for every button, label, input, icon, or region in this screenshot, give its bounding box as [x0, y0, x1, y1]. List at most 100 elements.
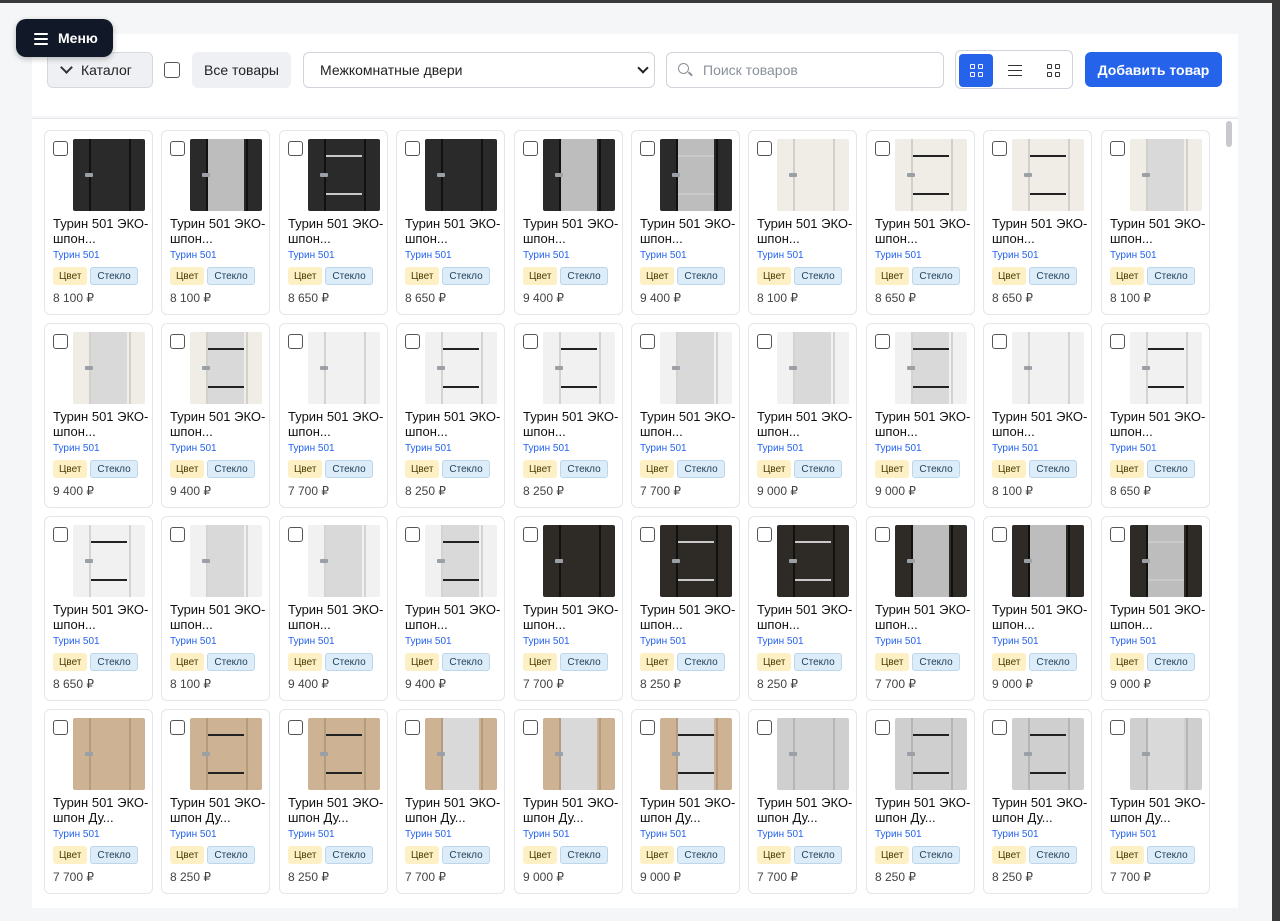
product-name[interactable]: Турин 501 ЭКО-шпон Ду...: [1110, 795, 1206, 825]
product-image[interactable]: [1130, 139, 1202, 211]
product-checkbox[interactable]: [875, 141, 890, 156]
product-image[interactable]: [1012, 332, 1084, 404]
product-checkbox[interactable]: [757, 334, 772, 349]
product-image[interactable]: [73, 525, 145, 597]
product-card[interactable]: Турин 501 ЭКО-шпон Ду... Турин 501 Цвет Сте…: [866, 709, 975, 894]
product-image[interactable]: [308, 525, 380, 597]
product-name[interactable]: Турин 501 ЭКО-шпон...: [53, 409, 149, 439]
product-card[interactable]: Турин 501 ЭКО-шпон... Турин 501 Цвет Стекло…: [866, 323, 975, 508]
product-image[interactable]: [660, 332, 732, 404]
product-checkbox[interactable]: [523, 334, 538, 349]
product-card[interactable]: Турин 501 ЭКО-шпон... Турин 501 Цвет Стекло…: [279, 323, 388, 508]
product-name[interactable]: Турин 501 ЭКО-шпон...: [992, 409, 1088, 439]
view-grid-button[interactable]: [959, 54, 993, 87]
product-checkbox[interactable]: [757, 527, 772, 542]
product-image[interactable]: [308, 139, 380, 211]
search-input[interactable]: Поиск товаров: [666, 52, 944, 88]
product-image[interactable]: [777, 139, 849, 211]
product-checkbox[interactable]: [640, 334, 655, 349]
product-name[interactable]: Турин 501 ЭКО-шпон Ду...: [170, 795, 266, 825]
product-checkbox[interactable]: [53, 334, 68, 349]
product-brand-link[interactable]: Турин 501: [992, 443, 1039, 454]
product-brand-link[interactable]: Турин 501: [640, 250, 687, 261]
product-card[interactable]: Турин 501 ЭКО-шпон... Турин 501 Цвет Стекло…: [1101, 516, 1210, 701]
product-name[interactable]: Турин 501 ЭКО-шпон...: [757, 409, 853, 439]
product-brand-link[interactable]: Турин 501: [523, 829, 570, 840]
product-name[interactable]: Турин 501 ЭКО-шпон...: [523, 602, 619, 632]
product-name[interactable]: Турин 501 ЭКО-шпон...: [405, 216, 501, 246]
product-name[interactable]: Турин 501 ЭКО-шпон...: [405, 602, 501, 632]
product-image[interactable]: [777, 525, 849, 597]
catalog-button[interactable]: Каталог: [47, 52, 153, 88]
product-card[interactable]: Турин 501 ЭКО-шпон... Турин 501 Цвет Стекло…: [748, 323, 857, 508]
product-checkbox[interactable]: [170, 527, 185, 542]
product-card[interactable]: Турин 501 ЭКО-шпон... Турин 501 Цвет Стекло…: [161, 323, 270, 508]
product-card[interactable]: Турин 501 ЭКО-шпон... Турин 501 Цвет Стекло…: [396, 323, 505, 508]
product-brand-link[interactable]: Турин 501: [53, 443, 100, 454]
product-checkbox[interactable]: [992, 141, 1007, 156]
scrollbar-thumb[interactable]: [1226, 121, 1232, 147]
product-name[interactable]: Турин 501 ЭКО-шпон Ду...: [523, 795, 619, 825]
product-checkbox[interactable]: [757, 141, 772, 156]
product-image[interactable]: [777, 718, 849, 790]
product-card[interactable]: Турин 501 ЭКО-шпон... Турин 501 Цвет Стекло…: [866, 516, 975, 701]
product-brand-link[interactable]: Турин 501: [875, 829, 922, 840]
product-card[interactable]: Турин 501 ЭКО-шпон Ду... Турин 501 Цвет Сте…: [44, 709, 153, 894]
product-image[interactable]: [425, 332, 497, 404]
product-name[interactable]: Турин 501 ЭКО-шпон...: [1110, 602, 1206, 632]
product-name[interactable]: Турин 501 ЭКО-шпон Ду...: [405, 795, 501, 825]
product-brand-link[interactable]: Турин 501: [288, 250, 335, 261]
product-checkbox[interactable]: [288, 720, 303, 735]
product-image[interactable]: [425, 525, 497, 597]
product-card[interactable]: Турин 501 ЭКО-шпон... Турин 501 Цвет Стекло…: [161, 516, 270, 701]
product-brand-link[interactable]: Турин 501: [757, 250, 804, 261]
product-name[interactable]: Турин 501 ЭКО-шпон...: [53, 602, 149, 632]
product-name[interactable]: Турин 501 ЭКО-шпон...: [875, 409, 971, 439]
product-image[interactable]: [660, 139, 732, 211]
product-image[interactable]: [73, 139, 145, 211]
product-name[interactable]: Турин 501 ЭКО-шпон...: [875, 602, 971, 632]
product-image[interactable]: [308, 718, 380, 790]
product-image[interactable]: [543, 525, 615, 597]
product-card[interactable]: Турин 501 ЭКО-шпон Ду... Турин 501 Цвет Сте…: [161, 709, 270, 894]
product-image[interactable]: [777, 332, 849, 404]
product-name[interactable]: Турин 501 ЭКО-шпон...: [757, 602, 853, 632]
product-brand-link[interactable]: Турин 501: [53, 636, 100, 647]
product-card[interactable]: Турин 501 ЭКО-шпон... Турин 501 Цвет Стекло…: [631, 323, 740, 508]
product-image[interactable]: [190, 139, 262, 211]
product-brand-link[interactable]: Турин 501: [640, 829, 687, 840]
product-name[interactable]: Турин 501 ЭКО-шпон...: [757, 216, 853, 246]
product-checkbox[interactable]: [288, 141, 303, 156]
product-image[interactable]: [543, 718, 615, 790]
view-compact-grid-button[interactable]: [1036, 54, 1070, 87]
product-name[interactable]: Турин 501 ЭКО-шпон...: [288, 602, 384, 632]
product-checkbox[interactable]: [170, 720, 185, 735]
product-brand-link[interactable]: Турин 501: [405, 250, 452, 261]
product-card[interactable]: Турин 501 ЭКО-шпон... Турин 501 Цвет Стекло…: [748, 516, 857, 701]
product-checkbox[interactable]: [405, 720, 420, 735]
product-checkbox[interactable]: [640, 527, 655, 542]
product-checkbox[interactable]: [1110, 527, 1125, 542]
product-name[interactable]: Турин 501 ЭКО-шпон...: [640, 409, 736, 439]
product-brand-link[interactable]: Турин 501: [992, 829, 1039, 840]
product-brand-link[interactable]: Турин 501: [757, 636, 804, 647]
category-select[interactable]: Межкомнатные двери: [303, 52, 655, 88]
product-name[interactable]: Турин 501 ЭКО-шпон Ду...: [992, 795, 1088, 825]
product-checkbox[interactable]: [1110, 141, 1125, 156]
product-checkbox[interactable]: [405, 141, 420, 156]
product-card[interactable]: Турин 501 ЭКО-шпон... Турин 501 Цвет Стекло…: [1101, 323, 1210, 508]
product-image[interactable]: [425, 139, 497, 211]
product-checkbox[interactable]: [640, 141, 655, 156]
product-card[interactable]: Турин 501 ЭКО-шпон... Турин 501 Цвет Стекло…: [279, 130, 388, 315]
product-name[interactable]: Турин 501 ЭКО-шпон...: [640, 602, 736, 632]
product-checkbox[interactable]: [405, 334, 420, 349]
product-brand-link[interactable]: Турин 501: [992, 636, 1039, 647]
product-card[interactable]: Турин 501 ЭКО-шпон Ду... Турин 501 Цвет Сте…: [631, 709, 740, 894]
product-brand-link[interactable]: Турин 501: [170, 829, 217, 840]
product-card[interactable]: Турин 501 ЭКО-шпон... Турин 501 Цвет Стекло…: [514, 323, 623, 508]
product-brand-link[interactable]: Турин 501: [405, 636, 452, 647]
add-product-button[interactable]: Добавить товар: [1085, 52, 1222, 87]
view-list-button[interactable]: [998, 54, 1032, 87]
product-card[interactable]: Турин 501 ЭКО-шпон Ду... Турин 501 Цвет Сте…: [983, 709, 1092, 894]
product-checkbox[interactable]: [288, 334, 303, 349]
